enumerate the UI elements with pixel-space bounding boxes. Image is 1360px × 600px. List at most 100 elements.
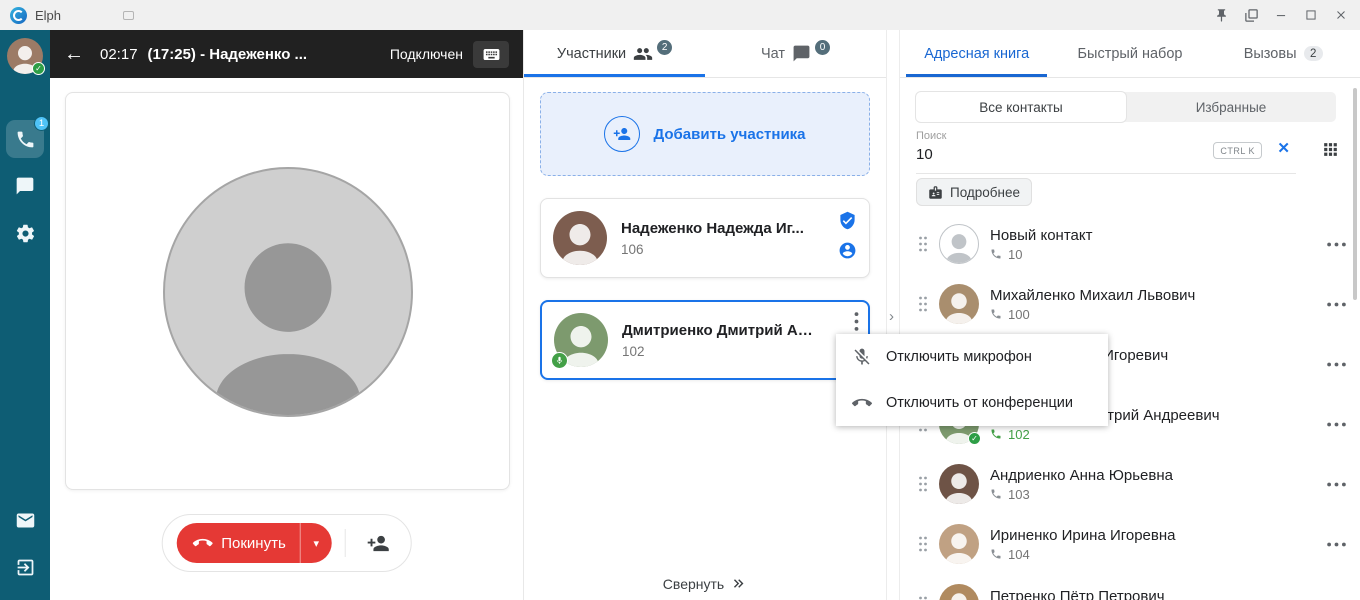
tab-address-book[interactable]: Адресная книга	[900, 30, 1053, 77]
tab-calls[interactable]: Вызовы 2	[1207, 30, 1360, 77]
chat-icon	[792, 44, 811, 63]
menu-item-disconnect[interactable]: Отключить от конференции	[836, 380, 1108, 426]
contact-row[interactable]: Новый контакт 10	[900, 214, 1360, 274]
details-button-label: Подробнее	[950, 185, 1020, 200]
tab-participants-label: Участники	[557, 46, 626, 62]
back-arrow-icon[interactable]: ←	[64, 44, 84, 64]
account-circle-icon[interactable]	[838, 241, 857, 260]
leave-options-chevron-icon[interactable]: ▾	[300, 523, 332, 563]
phone-icon	[990, 548, 1002, 560]
calls-tab-badge: 2	[1304, 46, 1323, 61]
participant-card[interactable]: Надеженко Надежда Иг... 106	[540, 198, 870, 278]
contact-number: 103	[990, 487, 1316, 502]
contact-card-icon	[928, 185, 943, 200]
contact-row[interactable]: Петренко Пётр Петрович	[900, 574, 1360, 600]
controls-divider	[345, 529, 346, 557]
contact-menu-dots-icon[interactable]	[1327, 542, 1346, 547]
leave-call-button[interactable]: Покинуть ▾	[176, 523, 332, 563]
participant-name: Надеженко Надежда Иг...	[621, 220, 804, 237]
drag-handle-icon[interactable]	[918, 235, 928, 253]
contact-menu-dots-icon[interactable]	[1327, 302, 1346, 307]
add-participant-button[interactable]	[359, 524, 397, 562]
contact-number: 102	[990, 427, 1316, 442]
details-button[interactable]: Подробнее	[916, 178, 1032, 206]
hangup-icon	[192, 533, 212, 553]
phone-icon	[990, 428, 1002, 440]
contact-avatar	[939, 584, 979, 600]
menu-item-mute-mic[interactable]: Отключить микрофон	[836, 334, 1108, 380]
participant-context-menu: Отключить микрофон Отключить от конферен…	[836, 334, 1108, 426]
maximize-button[interactable]	[1296, 0, 1326, 30]
tab-participants[interactable]: Участники 2	[524, 30, 705, 77]
online-status-icon: ✓	[32, 62, 45, 75]
close-button[interactable]	[1326, 0, 1356, 30]
collapse-panel-button[interactable]: Свернуть	[524, 575, 886, 592]
contact-avatar	[939, 464, 979, 504]
contacts-filter-segmented: Все контакты Избранные	[916, 92, 1336, 122]
titlebar-window-icon	[123, 11, 134, 20]
leave-call-label: Покинуть	[221, 535, 286, 552]
drag-handle-icon[interactable]	[918, 295, 928, 313]
moderator-shield-icon[interactable]	[838, 211, 857, 230]
expand-panel-arrow-icon[interactable]: ›	[889, 308, 894, 325]
sidebar-item-calls[interactable]: 1	[6, 120, 44, 158]
tab-chat[interactable]: Чат 0	[705, 30, 886, 77]
address-book-panel: Адресная книга Быстрый набор Вызовы 2 Вс…	[900, 30, 1360, 600]
contact-row[interactable]: Ириненко Ирина Игоревна 104	[900, 514, 1360, 574]
contact-menu-dots-icon[interactable]	[1327, 242, 1346, 247]
segment-all-label: Все контакты	[979, 100, 1063, 115]
sidebar-item-logout[interactable]	[6, 548, 44, 586]
drag-handle-icon[interactable]	[918, 595, 928, 600]
sidebar-item-mail[interactable]	[6, 501, 44, 539]
online-status-icon: ✓	[968, 432, 981, 445]
chat-icon	[15, 176, 35, 196]
contact-row[interactable]: Андриенко Анна Юрьевна 103	[900, 454, 1360, 514]
dialpad-grid-icon[interactable]	[1321, 140, 1340, 159]
drag-handle-icon[interactable]	[918, 475, 928, 493]
overlay-window-icon[interactable]	[1236, 0, 1266, 30]
sidebar: ✓ 1	[0, 30, 50, 600]
double-chevron-right-icon	[730, 575, 747, 592]
participant-card[interactable]: Дмитриенко Дмитрий Ан... 102	[540, 300, 870, 380]
contact-name: Андриенко Анна Юрьевна	[990, 467, 1316, 484]
clear-search-icon[interactable]: ✕	[1277, 141, 1290, 156]
drag-handle-icon[interactable]	[918, 535, 928, 553]
sidebar-item-chat[interactable]	[6, 167, 44, 205]
sidebar-item-settings[interactable]	[6, 214, 44, 252]
tab-chat-label: Чат	[761, 46, 785, 62]
participant-menu-dots-icon[interactable]	[854, 312, 859, 331]
calls-count-badge: 1	[34, 116, 49, 131]
search-input[interactable]: Поиск 10 CTRL K ✕	[916, 130, 1296, 174]
segment-favorites[interactable]: Избранные	[1126, 92, 1336, 122]
minimize-button[interactable]	[1266, 0, 1296, 30]
contact-number: 100	[990, 307, 1316, 322]
keyboard-button[interactable]	[473, 41, 509, 68]
contact-menu-dots-icon[interactable]	[1327, 482, 1346, 487]
tab-speed-dial[interactable]: Быстрый набор	[1053, 30, 1206, 77]
app-title: Elph	[35, 8, 61, 23]
contact-number: 10	[990, 247, 1316, 262]
participant-number: 106	[621, 242, 804, 257]
search-shortcut-hint: CTRL K	[1213, 142, 1262, 159]
scrollbar-thumb[interactable]	[1353, 88, 1357, 300]
add-participant-dropzone[interactable]: Добавить участника	[540, 92, 870, 176]
contact-menu-dots-icon[interactable]	[1327, 422, 1346, 427]
call-panel: ← 02:17 (17:25) - Надеженко ... Подключе…	[50, 30, 523, 600]
call-controls: Покинуть ▾	[161, 514, 412, 572]
contact-number: 104	[990, 547, 1316, 562]
contact-avatar	[939, 524, 979, 564]
gear-icon	[15, 223, 36, 244]
contact-name: Новый контакт	[990, 227, 1316, 244]
phone-icon	[990, 308, 1002, 320]
participant-number: 102	[622, 344, 817, 359]
titlebar: Elph	[0, 0, 1360, 30]
contact-row[interactable]: Михайленко Михаил Львович 100	[900, 274, 1360, 334]
user-avatar[interactable]: ✓	[7, 38, 43, 74]
contact-menu-dots-icon[interactable]	[1327, 362, 1346, 367]
mic-off-icon	[852, 347, 872, 367]
collapse-label: Свернуть	[663, 576, 724, 592]
segment-all-contacts[interactable]: Все контакты	[916, 92, 1126, 122]
phone-icon	[990, 248, 1002, 260]
menu-item-label: Отключить микрофон	[886, 349, 1032, 365]
pin-icon[interactable]	[1206, 0, 1236, 30]
